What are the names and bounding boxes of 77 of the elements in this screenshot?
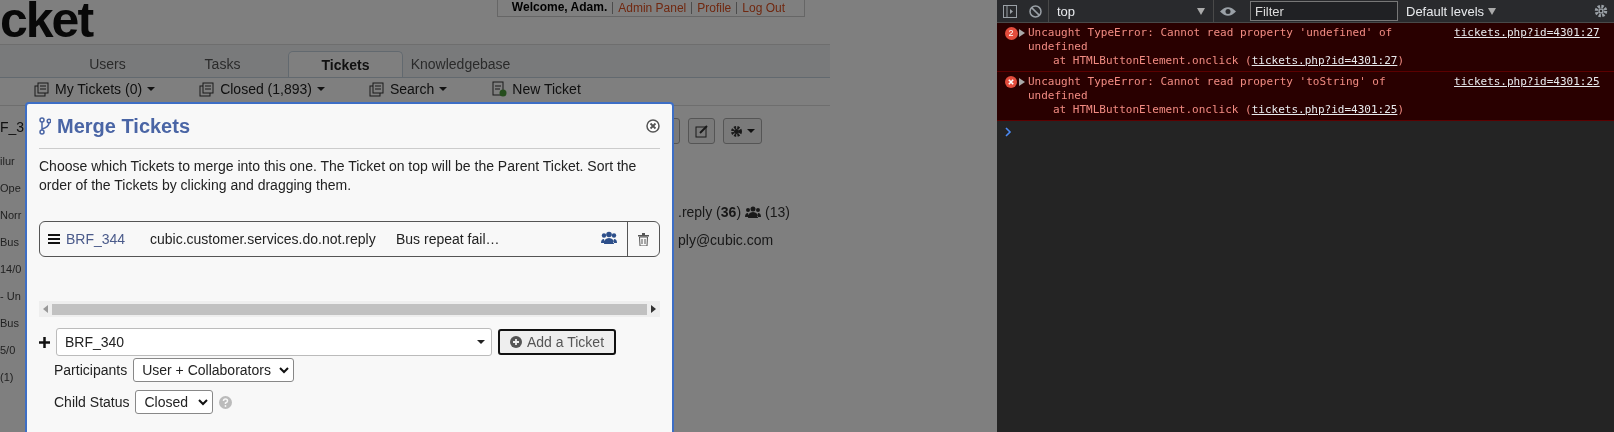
ticket-link[interactable]: BRF_344 bbox=[66, 231, 144, 247]
chevron-icon bbox=[198, 398, 209, 406]
dropdown[interactable]: Closed bbox=[135, 390, 214, 414]
source-link[interactable]: tickets.php?id=4301:25 bbox=[1251, 103, 1398, 116]
field-label: Participants bbox=[54, 362, 128, 378]
scroll-right-icon[interactable] bbox=[651, 305, 656, 313]
welcome-text: Welcome, Adam. bbox=[511, 0, 609, 15]
clear-console-icon[interactable] bbox=[1029, 4, 1042, 18]
expand-icon[interactable] bbox=[1019, 29, 1025, 37]
close-icon[interactable] bbox=[646, 119, 660, 133]
source-link[interactable]: tickets.php?id=4301:27 bbox=[1251, 54, 1398, 67]
dialog-description: Choose which Tickets to merge into this one. The Ticket on top will be the Parent Ticket. Sort the order of the Tickets by clicking and dragging them. bbox=[39, 157, 638, 195]
thread-count: .reply (36) bbox=[678, 204, 742, 220]
caret-icon[interactable] bbox=[316, 87, 325, 91]
caret-icon[interactable] bbox=[147, 87, 156, 91]
sidebar-toggle-icon[interactable] bbox=[1003, 4, 1017, 18]
subnav-link[interactable]: My Tickets (0) bbox=[55, 81, 143, 97]
ticket-text: Bus bbox=[0, 316, 20, 331]
filter-field[interactable]: Filter bbox=[1250, 1, 1398, 21]
people-icon bbox=[745, 206, 762, 218]
settings-button[interactable] bbox=[723, 118, 762, 144]
ticket-text: - Un bbox=[0, 289, 22, 304]
logo-text: cket bbox=[0, 0, 93, 44]
dropdown[interactable]: User + Collaborators bbox=[133, 358, 294, 382]
ticket-text: Bus bbox=[0, 235, 20, 250]
error-count-badge: 2 bbox=[1004, 27, 1018, 40]
caret-icon[interactable] bbox=[439, 87, 448, 91]
tickets-icon bbox=[199, 81, 216, 97]
nav-tab[interactable]: Knowledgebase bbox=[403, 51, 518, 77]
subnav-link[interactable]: New Ticket bbox=[512, 81, 581, 97]
drag-handle-icon bbox=[48, 234, 60, 244]
nav-tab[interactable]: Users bbox=[50, 51, 165, 77]
caret-icon bbox=[747, 129, 755, 133]
ticket-text: Ope bbox=[0, 181, 22, 196]
ticket-text: 5/0 bbox=[0, 343, 17, 358]
stack-trace: at HTMLButtonElement.onclick (tickets.php?id=4301:25) bbox=[1052, 103, 1404, 117]
context-select[interactable]: top bbox=[1048, 0, 1214, 22]
subnav-link[interactable]: Search bbox=[389, 81, 435, 97]
eye-icon[interactable] bbox=[1220, 5, 1236, 17]
chevron-icon bbox=[278, 366, 289, 374]
ticket-select[interactable]: BRF_340 bbox=[56, 328, 492, 356]
trash-icon[interactable] bbox=[638, 232, 649, 246]
edit-button[interactable] bbox=[688, 118, 715, 144]
collaborator-count: (13) bbox=[765, 204, 790, 220]
settings-icon bbox=[730, 124, 743, 138]
branch-icon bbox=[39, 117, 51, 135]
ticket-text: ilur bbox=[0, 154, 16, 169]
horizontal-scrollbar[interactable] bbox=[39, 301, 660, 317]
people-icon[interactable] bbox=[601, 231, 617, 244]
ticket-text: Norr bbox=[0, 208, 23, 223]
tickets-icon bbox=[34, 81, 50, 97]
nav-tab[interactable]: Tasks bbox=[165, 51, 280, 77]
add-ticket-button[interactable]: Add a Ticket bbox=[498, 329, 617, 355]
new-ticket-icon bbox=[491, 81, 508, 97]
ticket-text: 14/0 bbox=[0, 262, 23, 277]
error-icon bbox=[1005, 76, 1017, 88]
dialog-title: Merge Tickets bbox=[57, 114, 191, 138]
plus-icon bbox=[39, 336, 50, 348]
field-label: Child Status bbox=[54, 394, 130, 410]
ticket-subject: Bus repeat fail… bbox=[396, 231, 501, 247]
subnav-link[interactable]: Closed (1,893) bbox=[220, 81, 312, 97]
ticket-sender: cubic.customer.services.do.not.reply bbox=[150, 231, 377, 247]
prompt-icon bbox=[1005, 127, 1012, 137]
settings-icon[interactable] bbox=[1594, 4, 1608, 18]
nav-tab[interactable]: Tickets bbox=[288, 51, 403, 77]
ticket-text: (1) bbox=[0, 370, 15, 385]
stack-trace: at HTMLButtonElement.onclick (tickets.php?id=4301:27) bbox=[1052, 54, 1404, 68]
ticket-text: F_3 bbox=[0, 118, 25, 137]
levels-dropdown[interactable]: Default levels bbox=[1406, 3, 1497, 19]
source-link[interactable]: tickets.php?id=4301:25 bbox=[1454, 75, 1600, 89]
plus-circle-icon bbox=[510, 336, 522, 348]
expand-icon[interactable] bbox=[1019, 78, 1025, 86]
tickets-icon bbox=[368, 81, 385, 97]
edit-icon bbox=[695, 124, 708, 138]
source-link[interactable]: tickets.php?id=4301:27 bbox=[1454, 26, 1600, 40]
email-text: ply@cubic.com bbox=[678, 232, 774, 248]
ticket-row[interactable]: BRF_344 cubic.customer.services.do.not.reply Bus repeat fail… bbox=[39, 221, 660, 257]
